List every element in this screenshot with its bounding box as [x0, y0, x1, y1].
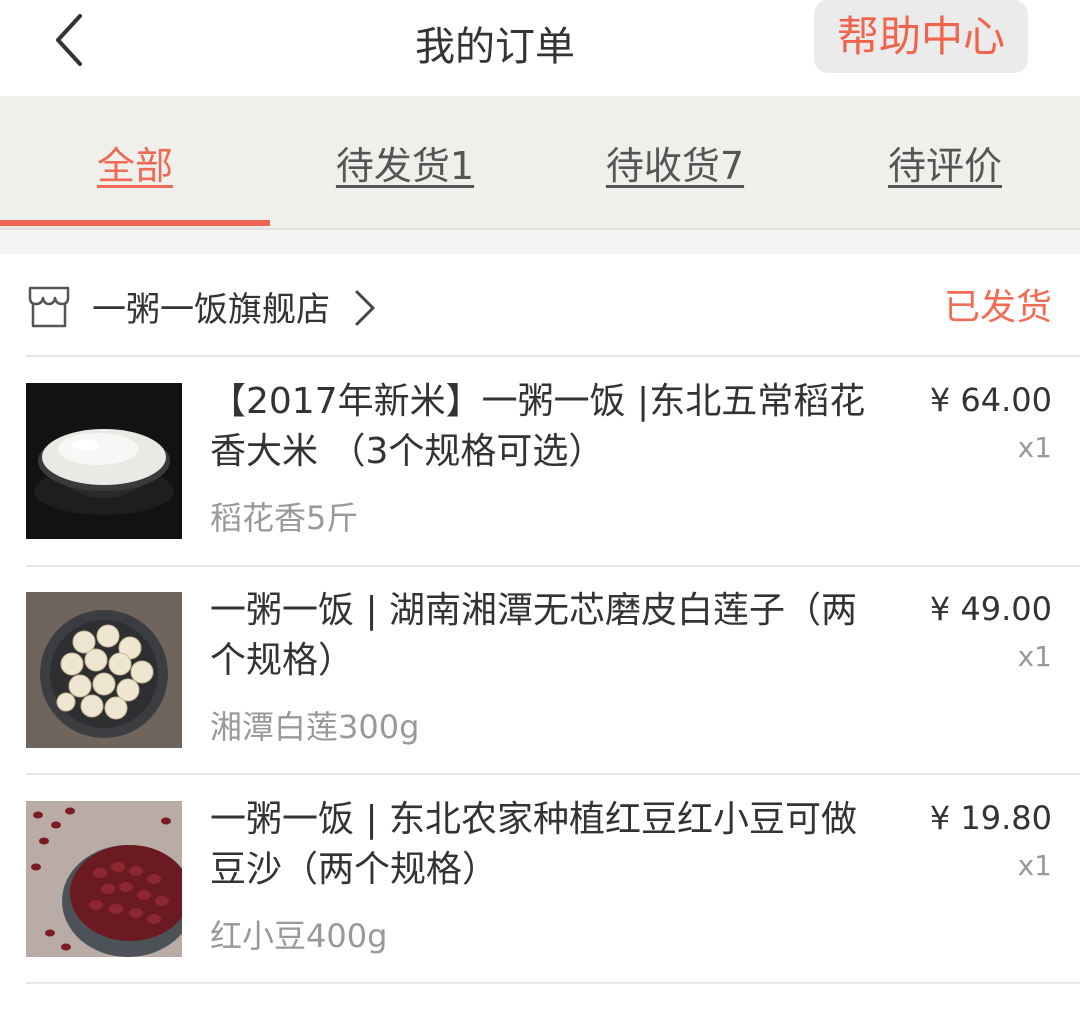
product-title: 一粥一饭 | 东北农家种植红豆红小豆可做豆沙（两个规格）: [210, 799, 858, 890]
product-price: ¥ 64.00: [929, 381, 1052, 419]
order-status: 已发货: [943, 287, 1052, 328]
order-item[interactable]: 一粥一饭 | 湖南湘潭无芯磨皮白莲子（两个规格） 湘潭白莲300g ¥ 49.0…: [0, 566, 1080, 774]
tab-pending-receipt[interactable]: 待收货7: [540, 96, 810, 228]
product-title: 一粥一饭 | 湖南湘潭无芯磨皮白莲子（两个规格）: [210, 590, 858, 681]
tab-pending-shipment[interactable]: 待发货1: [270, 96, 540, 228]
product-image-lotus-seeds: [26, 592, 182, 748]
product-title: 【2017年新米】一粥一饭 |东北五常稻花香大米 （3个规格可选）: [210, 381, 866, 472]
order-item[interactable]: 一粥一饭 | 东北农家种植红豆红小豆可做豆沙（两个规格） 红小豆400g ¥ 1…: [0, 775, 1080, 983]
product-quantity: x1: [1017, 849, 1052, 882]
store-icon: [28, 286, 70, 328]
divider: [26, 982, 1080, 984]
product-image-rice: [26, 383, 182, 539]
section-gap: [0, 230, 1080, 254]
product-quantity: x1: [1017, 640, 1052, 673]
product-spec: 红小豆400g: [210, 917, 388, 955]
product-quantity: x1: [1017, 431, 1052, 464]
product-spec: 稻花香5斤: [210, 499, 359, 537]
tab-all[interactable]: 全部: [0, 96, 270, 228]
tab-pending-review[interactable]: 待评价: [810, 96, 1080, 228]
order-item[interactable]: 【2017年新米】一粥一饭 |东北五常稻花香大米 （3个规格可选） 稻花香5斤 …: [0, 357, 1080, 565]
product-spec: 湘潭白莲300g: [210, 708, 420, 746]
active-tab-indicator: [0, 220, 270, 226]
store-name-link[interactable]: 一粥一饭旗舰店: [92, 282, 330, 331]
product-image-red-beans: [26, 801, 182, 957]
help-center-button[interactable]: 帮助中心: [814, 0, 1028, 73]
order-tabs: 全部 待发货1 待收货7 待评价: [0, 96, 1080, 228]
chevron-right-icon[interactable]: [352, 288, 378, 328]
nav-bar: 我的订单 帮助中心: [0, 0, 1080, 96]
product-price: ¥ 49.00: [929, 590, 1052, 628]
store-header: 一粥一饭旗舰店 已发货: [0, 254, 1080, 356]
product-price: ¥ 19.80: [929, 799, 1052, 837]
